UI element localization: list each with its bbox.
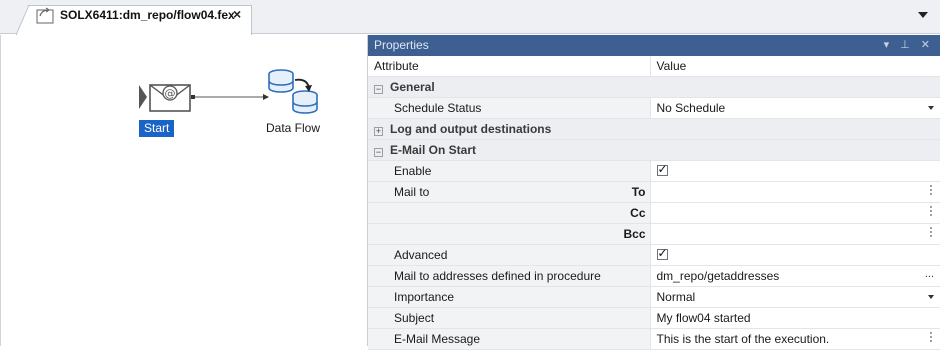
value-column-header[interactable]: Value bbox=[649, 56, 940, 77]
property-label: Mail to bbox=[394, 185, 430, 199]
flow-document-icon bbox=[36, 7, 54, 24]
property-label: Schedule Status bbox=[368, 97, 650, 119]
enable-checkbox[interactable] bbox=[656, 162, 668, 176]
property-row-schedule-status[interactable]: Schedule Status No Schedule bbox=[368, 97, 940, 119]
tab-close-button[interactable]: × bbox=[233, 6, 241, 22]
category-label: General bbox=[390, 80, 435, 94]
email-trigger-icon[interactable]: @ bbox=[137, 79, 195, 115]
property-label: Importance bbox=[368, 286, 650, 308]
flow-canvas[interactable]: @ Start Data Flow bbox=[0, 35, 366, 346]
properties-panel: Properties ▾ ⊥ ✕ Attribute Value − Genera… bbox=[367, 35, 940, 350]
collapse-icon[interactable]: − bbox=[374, 85, 383, 94]
property-grid: Attribute Value − General Schedule Status… bbox=[368, 56, 940, 350]
tab-edge bbox=[16, 5, 30, 35]
tab-title: SOLX6411:dm_repo/flow04.fex bbox=[60, 8, 235, 22]
property-row-mail-cc[interactable]: Cc bbox=[368, 202, 940, 224]
mail-addresses-value: dm_repo/getaddresses bbox=[656, 269, 780, 283]
chevron-down-icon[interactable] bbox=[928, 295, 934, 299]
panel-window-controls[interactable]: ▾ ⊥ ✕ bbox=[884, 35, 934, 56]
category-log-output[interactable]: + Log and output destinations bbox=[368, 118, 940, 140]
properties-panel-header: Properties ▾ ⊥ ✕ bbox=[368, 35, 940, 56]
schedule-status-dropdown[interactable]: No Schedule bbox=[649, 97, 940, 119]
property-row-importance[interactable]: Importance Normal bbox=[368, 286, 940, 308]
property-label: Enable bbox=[368, 160, 650, 182]
expand-icon[interactable]: + bbox=[374, 127, 383, 136]
email-message-input[interactable]: This is the start of the execution. bbox=[649, 328, 940, 350]
property-row-enable[interactable]: Enable bbox=[368, 160, 940, 182]
property-label: E-Mail Message bbox=[368, 328, 650, 350]
more-icon[interactable] bbox=[930, 185, 932, 197]
mail-to-to-label: To bbox=[631, 185, 646, 199]
category-email-on-start[interactable]: − E-Mail On Start bbox=[368, 139, 940, 161]
property-row-subject[interactable]: Subject My flow04 started bbox=[368, 307, 940, 329]
property-grid-header: Attribute Value bbox=[368, 56, 940, 77]
mail-to-bcc-input[interactable] bbox=[649, 223, 940, 245]
email-message-value: This is the start of the execution. bbox=[656, 332, 830, 346]
database-flow-icon[interactable] bbox=[265, 68, 321, 120]
property-label: Advanced bbox=[368, 244, 650, 266]
category-label: E-Mail On Start bbox=[390, 143, 477, 157]
category-general[interactable]: − General bbox=[368, 76, 940, 98]
chevron-down-icon[interactable] bbox=[928, 106, 934, 110]
category-label: Log and output destinations bbox=[390, 122, 552, 136]
svg-text:@: @ bbox=[165, 87, 176, 100]
more-icon[interactable] bbox=[930, 206, 932, 218]
flow-connector bbox=[191, 94, 269, 100]
property-label: Subject bbox=[368, 307, 650, 329]
document-tab-strip: SOLX6411:dm_repo/flow04.fex × bbox=[0, 0, 940, 35]
collapse-icon[interactable]: − bbox=[374, 148, 383, 157]
property-label: Mail to addresses defined in procedure bbox=[368, 265, 650, 287]
property-row-advanced[interactable]: Advanced bbox=[368, 244, 940, 266]
mail-to-to-input[interactable] bbox=[649, 181, 940, 203]
mail-to-bcc-label: Bcc bbox=[623, 227, 646, 241]
tab-list-dropdown-icon[interactable] bbox=[918, 12, 928, 18]
subject-value: My flow04 started bbox=[656, 311, 751, 325]
mail-addresses-field[interactable]: dm_repo/getaddresses... bbox=[649, 265, 940, 287]
more-icon[interactable] bbox=[930, 227, 932, 239]
more-icon[interactable] bbox=[930, 332, 932, 344]
mail-to-cc-label: Cc bbox=[630, 206, 646, 220]
subject-input[interactable]: My flow04 started bbox=[649, 307, 940, 329]
importance-dropdown[interactable]: Normal bbox=[649, 286, 940, 308]
property-row-mail-addresses[interactable]: Mail to addresses defined in procedure d… bbox=[368, 265, 940, 287]
property-row-mail-bcc[interactable]: Bcc bbox=[368, 223, 940, 245]
importance-value: Normal bbox=[656, 290, 696, 304]
property-row-email-message[interactable]: E-Mail Message This is the start of the … bbox=[368, 328, 940, 350]
browse-button[interactable]: ... bbox=[925, 268, 934, 280]
data-flow-node-label[interactable]: Data Flow bbox=[266, 121, 320, 135]
advanced-checkbox[interactable] bbox=[656, 246, 668, 260]
mail-to-cc-input[interactable] bbox=[649, 202, 940, 224]
property-row-mail-to[interactable]: Mail to To bbox=[368, 181, 940, 203]
properties-title: Properties bbox=[374, 38, 429, 52]
attribute-column-header[interactable]: Attribute bbox=[368, 56, 650, 77]
schedule-status-value: No Schedule bbox=[656, 101, 726, 115]
start-node-label[interactable]: Start bbox=[139, 120, 175, 137]
